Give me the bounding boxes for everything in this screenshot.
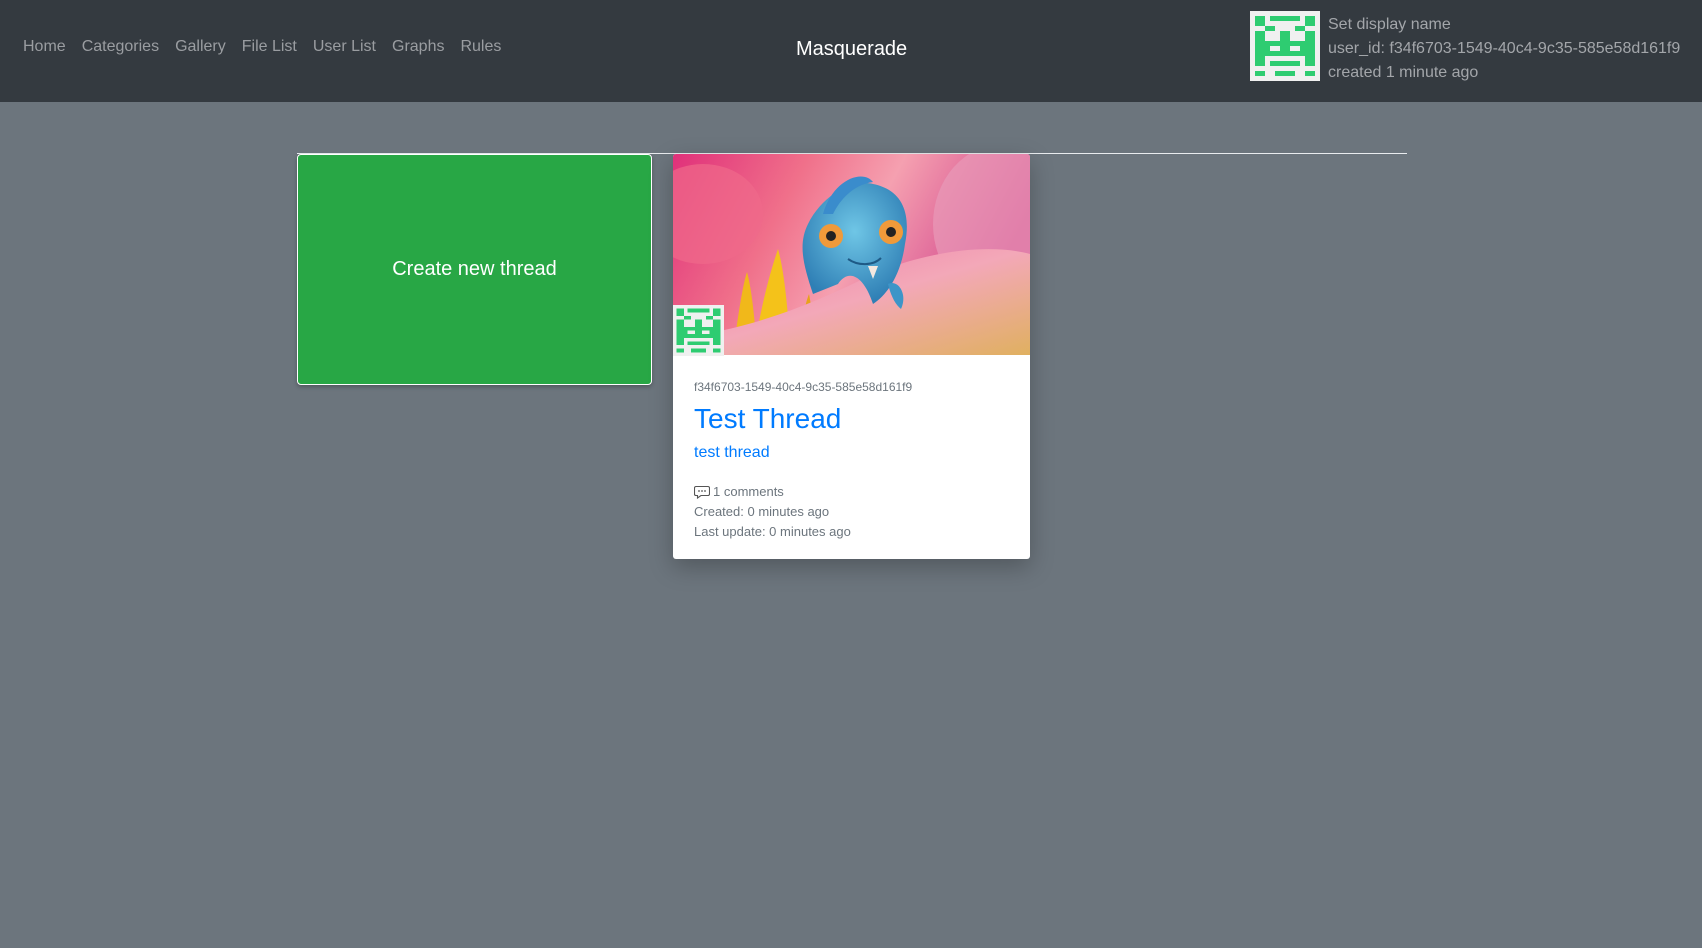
thread-title-link[interactable]: Test Thread: [694, 402, 841, 436]
thread-created-time: Created: 0 minutes ago: [694, 504, 830, 519]
nav-link-categories[interactable]: Categories: [82, 38, 159, 56]
thread-author-avatar-icon[interactable]: [673, 305, 724, 356]
thread-card-body: f34f6703-1549-40c4-9c35-585e58d161f9 Tes…: [694, 380, 1014, 542]
nav-link-gallery[interactable]: Gallery: [175, 38, 226, 56]
thread-author-id[interactable]: f34f6703-1549-40c4-9c35-585e58d161f9: [694, 380, 1014, 394]
create-thread-button[interactable]: Create new thread: [297, 154, 652, 385]
user-details: Set display name user_id: f34f6703-1549-…: [1328, 13, 1680, 85]
thread-subtitle-link[interactable]: test thread: [694, 444, 1014, 462]
nav-link-file-list[interactable]: File List: [242, 38, 297, 56]
thread-last-update: Last update: 0 minutes ago: [694, 524, 851, 539]
nav-link-rules[interactable]: Rules: [460, 38, 501, 56]
set-display-name-link[interactable]: Set display name: [1328, 13, 1680, 37]
speech-bubble-icon: [694, 485, 710, 499]
nav-link-user-list[interactable]: User List: [313, 38, 376, 56]
thread-meta: 1 comments Created: 0 minutes ago Last u…: [694, 482, 1014, 542]
nav-link-graphs[interactable]: Graphs: [392, 38, 444, 56]
create-thread-label: Create new thread: [392, 258, 557, 280]
user-created-text: created 1 minute ago: [1328, 64, 1479, 81]
top-navbar: Home Categories Gallery File List User L…: [0, 0, 1702, 102]
comment-count: 1 comments: [713, 484, 784, 499]
identicon-avatar-icon[interactable]: [1250, 11, 1320, 81]
user-id-text: user_id: f34f6703-1549-40c4-9c35-585e58d…: [1328, 40, 1681, 57]
nav-link-home[interactable]: Home: [23, 38, 66, 56]
thread-card: f34f6703-1549-40c4-9c35-585e58d161f9 Tes…: [673, 154, 1030, 559]
thread-image[interactable]: [673, 154, 1030, 355]
brand-title[interactable]: Masquerade: [796, 38, 907, 61]
nav-links: Home Categories Gallery File List User L…: [23, 38, 517, 56]
comment-count-row: 1 comments: [694, 482, 1014, 502]
